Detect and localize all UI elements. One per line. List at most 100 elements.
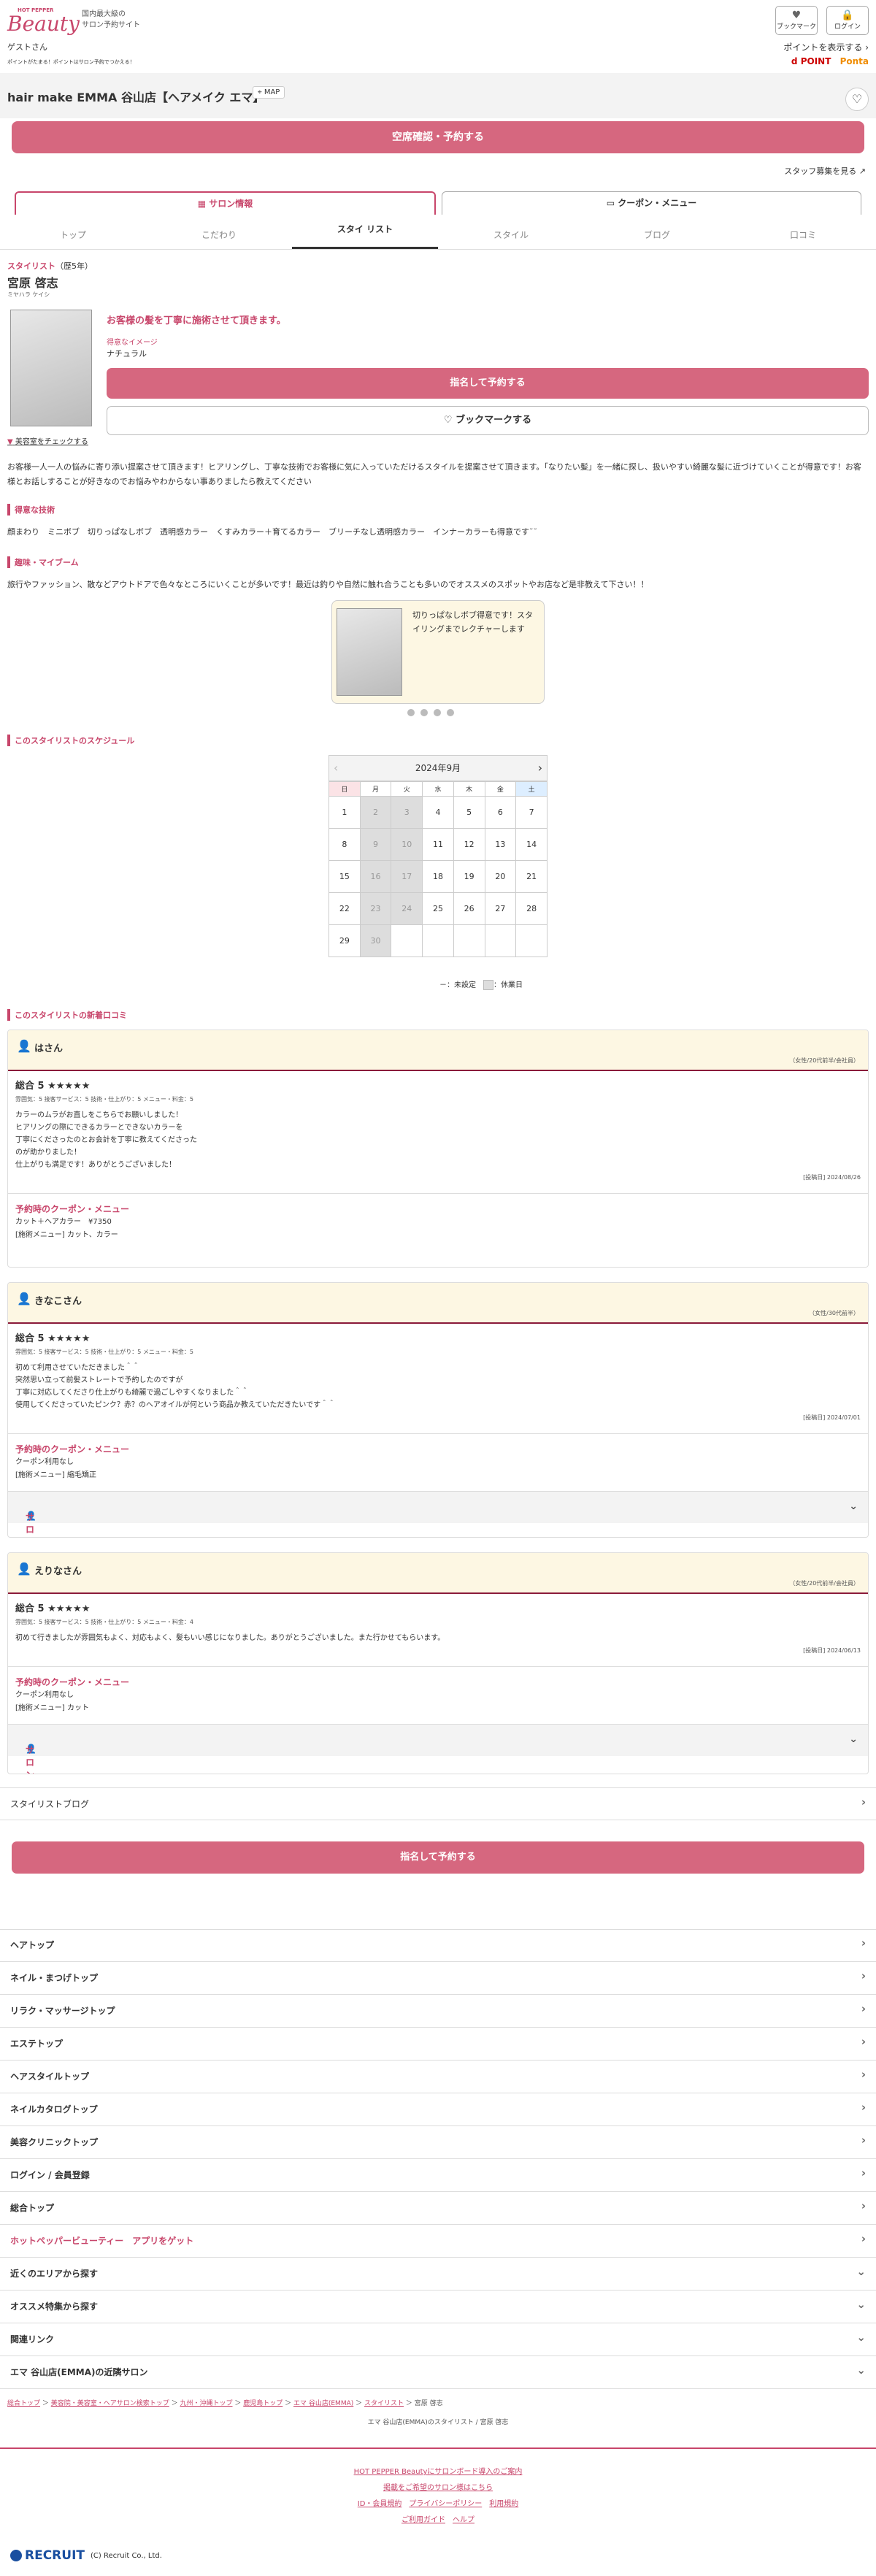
recruit-logo: RECRUIT (25, 2548, 85, 2563)
footer-link-nail-catalog[interactable]: ネイルカタログトップ › (0, 2093, 876, 2126)
chevron-right-icon: › (861, 2166, 866, 2180)
guide-links: ご利用ガイド ヘルプ (0, 2513, 876, 2524)
image-label: 得意なイメージ (107, 339, 158, 347)
chevron-down-icon: ⌄ (849, 1733, 858, 1745)
guide-link[interactable]: ご利用ガイド (402, 2516, 445, 2524)
footer-link-nail[interactable]: ネイル・まつげトップ › (0, 1962, 876, 1995)
nominate-reserve-bottom-button[interactable]: 指名して予約する (12, 1841, 864, 1874)
salonboard-link[interactable]: HOT PEPPER Beautyにサロンボード導入のご案内 (0, 2465, 876, 2476)
review-coupon-heading: 予約時のクーポン・メニュー (15, 1444, 130, 1454)
prev-month-icon[interactable]: ‹ (334, 756, 338, 781)
reviews-label: このスタイリストの新着口コミ (7, 1009, 127, 1021)
nominate-reserve-button[interactable]: 指名して予約する (107, 368, 869, 399)
footer-link-hair[interactable]: ヘアトップ › (0, 1929, 876, 1962)
review-card: 👤 えりなさん （女性/20代前半/会社員） 総合 5 ★★★★★ 雰囲気：5 接客… (7, 1552, 869, 1774)
review-coupon-heading: 予約時のクーポン・メニュー (15, 1204, 130, 1214)
hobby-label: 趣味・マイブーム (7, 556, 79, 568)
bookmark-header-button[interactable]: ♥ ブックマーク (775, 6, 818, 35)
reviewer-attr: （女性/20代前半/会社員） (789, 1580, 859, 1587)
map-button[interactable]: ⌖ MAP (253, 86, 285, 99)
review-subscores: 雰囲気：5 接客サービス：5 技術・仕上がり：5 メニュー・料金：4 (15, 1619, 193, 1625)
breadcrumb-item[interactable]: スタイリスト (364, 2400, 404, 2407)
stylist-blog-link[interactable]: スタイリストブログ › (0, 1787, 876, 1820)
login-button[interactable]: 🔒 ログイン (826, 6, 869, 35)
breadcrumb-item[interactable]: エマ 谷山店(EMMA) (293, 2400, 353, 2407)
tab-style[interactable]: スタイル (438, 221, 584, 249)
terms-link[interactable]: 利用規約 (489, 2500, 518, 2508)
reviewer-attr: （女性/30代前半） (809, 1310, 859, 1316)
chevron-right-icon: › (861, 2232, 866, 2245)
tab-salon-info[interactable]: ▦ サロン情報 (15, 191, 436, 215)
image-value: ナチュラル (107, 349, 147, 359)
tab-stylist[interactable]: スタイ リスト (292, 221, 438, 249)
footer-link-clinic[interactable]: 美容クリニックトップ › (0, 2126, 876, 2159)
footer-link-top[interactable]: 総合トップ › (0, 2192, 876, 2225)
check-salon-link[interactable]: ▼ 美容室をチェックする (7, 435, 88, 446)
stylist-photo (10, 310, 92, 426)
schedule-label: このスタイリストのスケジュール (7, 735, 134, 746)
heart-icon[interactable]: ♡ (845, 88, 869, 111)
coupon-icon: ▭ (606, 198, 615, 208)
help-link[interactable]: ヘルプ (453, 2516, 474, 2524)
listing-link[interactable]: 掲載をご希望のサロン様はこちら (0, 2481, 876, 2492)
calendar-month: 2024年9月 (415, 763, 461, 773)
review-card: 👤 きなこさん （女性/30代前半） 総合 5 ★★★★★ 雰囲気：5 接客サービス… (7, 1282, 869, 1538)
footer-accordion-area[interactable]: 近くのエリアから探す ⌄ (0, 2258, 876, 2291)
terms-id-link[interactable]: ID・会員規約 (358, 2500, 402, 2508)
chevron-right-icon: › (865, 42, 869, 53)
footer-accordion-feature[interactable]: オススメ特集から探す ⌄ (0, 2291, 876, 2323)
chevron-right-icon: › (861, 1969, 866, 1982)
review-menu: [施術メニュー] カット (15, 1704, 89, 1712)
review-text: 初めて行きましたが雰囲気もよく、対応もよく、髪もいい感じになりました。ありがとう… (15, 1634, 445, 1642)
salon-reply-toggle[interactable]: 👤 サロンからの返信コメントを見る⌄ (8, 1491, 868, 1535)
breadcrumb-item[interactable]: 鹿児島トップ (243, 2400, 283, 2407)
heart-icon: ♡ (443, 415, 453, 426)
footer-accordion-nearby[interactable]: エマ 谷山店(EMMA)の近隣サロン ⌄ (0, 2356, 876, 2389)
recruit-logo-icon (10, 2550, 22, 2561)
main-tabs: ▦ サロン情報 ▭ クーポン・メニュー (12, 191, 864, 215)
points-show-link[interactable]: ポイントを表示する › (783, 41, 869, 53)
tab-kodawari[interactable]: こだわり (146, 221, 292, 249)
review-subscores: 雰囲気：5 接客サービス：5 技術・仕上がり：5 メニュー・料金：5 (15, 1096, 193, 1103)
breadcrumb-item[interactable]: 美容院・美容室・ヘアサロン検索トップ (51, 2400, 169, 2407)
stylist-name: 宮原 啓志 (7, 276, 58, 290)
tab-reviews[interactable]: 口コミ (730, 221, 876, 249)
footer-link-login[interactable]: ログイン / 会員登録 › (0, 2159, 876, 2192)
breadcrumb: 総合トップ ＞ 美容院・美容室・ヘアサロン検索トップ ＞ 九州・沖縄トップ ＞ … (7, 2400, 443, 2407)
bookmark-stylist-button[interactable]: ♡ ブックマークする (107, 406, 869, 435)
staff-recruit-link[interactable]: スタッフ募集を見る ↗ (784, 165, 866, 177)
footer-accordion-related[interactable]: 関連リンク ⌄ (0, 2323, 876, 2356)
review-coupon: カット＋ヘアカラー ¥7350 (15, 1218, 112, 1226)
footer-link-app[interactable]: ホットペッパービューティー アプリをゲット › (0, 2225, 876, 2258)
tab-top[interactable]: トップ (0, 221, 146, 249)
chevron-right-icon: › (861, 1795, 866, 1809)
page-caption: エマ 谷山店(EMMA)のスタイリスト / 宮原 啓志 (367, 2419, 509, 2426)
breadcrumb-item[interactable]: 総合トップ (7, 2400, 40, 2407)
footer-link-relax[interactable]: リラク・マッサージトップ › (0, 1995, 876, 2028)
carousel-dots[interactable] (404, 708, 457, 718)
store-icon: ▦ (197, 199, 207, 209)
pin-icon: ⌖ (258, 88, 262, 96)
chevron-down-icon: ⌄ (849, 1500, 858, 1512)
privacy-link[interactable]: プライバシーポリシー (409, 2500, 482, 2508)
salon-reply-toggle[interactable]: 👤 サロンからの返信コメントを見る⌄ (8, 1724, 868, 1774)
breadcrumb-item[interactable]: 九州・沖縄トップ (180, 2400, 233, 2407)
footer-link-esthe[interactable]: エステトップ › (0, 2028, 876, 2061)
copyright: (C) Recruit Co., Ltd. (91, 2551, 162, 2560)
tab-coupon-menu[interactable]: ▭ クーポン・メニュー (442, 191, 861, 215)
next-month-icon[interactable]: › (538, 756, 542, 781)
chevron-right-icon: › (861, 2101, 866, 2114)
site-logo[interactable]: HOT PEPPER Beauty 国内最大級の サロン予約サイト (7, 4, 140, 37)
heart-icon: ♥ (791, 9, 802, 21)
reserve-button[interactable]: 空席確認・予約する (12, 121, 864, 153)
review-coupon-heading: 予約時のクーポン・メニュー (15, 1677, 130, 1687)
style-card[interactable]: 切りっぱなしボブ得意です！スタイリングまでレクチャーします (331, 600, 545, 704)
review-score: 総合 5 ★★★★★ (15, 1333, 91, 1344)
logo-beauty: Beauty (7, 12, 80, 36)
chevron-down-icon: ⌄ (856, 2364, 866, 2377)
reviewer-attr: （女性/20代前半/会社員） (789, 1057, 859, 1064)
reviewer-name: きなこさん (34, 1296, 82, 1307)
footer-link-hairstyle[interactable]: ヘアスタイルトップ › (0, 2061, 876, 2093)
chevron-down-icon: ⌄ (856, 2265, 866, 2278)
tab-blog[interactable]: ブログ (584, 221, 730, 249)
